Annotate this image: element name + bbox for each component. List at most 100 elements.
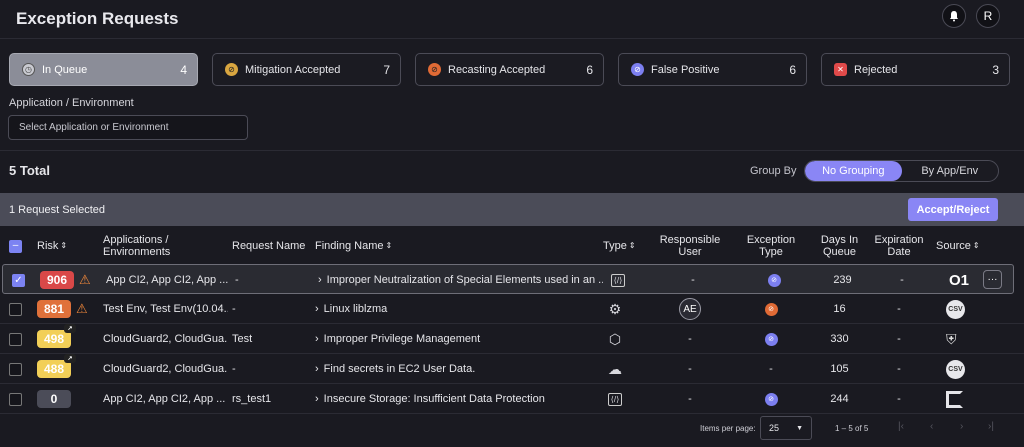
last-page-icon[interactable]: ›| [988, 421, 994, 432]
status-card-rejected[interactable]: ✕ Rejected 3 [821, 53, 1010, 86]
gear-icon: ⚙ [608, 300, 622, 317]
risk-score: 0 [50, 392, 58, 406]
csv-icon: CSV [946, 359, 965, 379]
user-cell: - [688, 363, 692, 375]
risk-score-badge: 881 [37, 300, 71, 318]
status-filter-cards: ◷ In Queue 4 ⊘ Mitigation Accepted 7 ⊘ R… [9, 53, 1010, 86]
risk-score: 906 [46, 273, 68, 287]
expiration-cell: - [897, 333, 901, 345]
app-env-select[interactable] [8, 115, 248, 140]
prev-page-icon[interactable]: ‹ [930, 421, 933, 432]
finding-cell[interactable]: › Insecure Storage: Insufficient Data Pro… [315, 384, 600, 414]
sort-icon: ⇕ [628, 241, 636, 250]
status-card-label: False Positive [651, 63, 720, 76]
risk-score-badge: 488 ↗ [37, 354, 76, 378]
select-all-cell: – [9, 230, 22, 262]
request-name-cell: rs_test1 [232, 393, 272, 405]
table-row[interactable]: 488 ↗ CloudGuard2, CloudGua... - › Find secre… [0, 354, 1024, 384]
package-icon: ⬡ [608, 330, 622, 347]
risk-score-badge: 906 [40, 271, 74, 289]
group-by-label: Group By [750, 165, 797, 177]
row-checkbox[interactable] [9, 302, 22, 316]
risk-score: 498 [43, 332, 65, 346]
expand-chevron-icon[interactable]: › [315, 333, 319, 345]
cloud-icon: ☁ [608, 360, 622, 377]
col-source[interactable]: Source ⇕ [936, 230, 980, 262]
expiration-cell: - [900, 274, 904, 286]
expand-chevron-icon[interactable]: › [318, 274, 322, 286]
notification-bell-button[interactable] [942, 4, 966, 28]
top-bar: Exception Requests R [0, 0, 1024, 38]
table-row[interactable]: 498 ↗ CloudGuard2, CloudGua... Test › Imprope… [0, 324, 1024, 354]
code-icon: ⟨/⟩ [607, 392, 623, 406]
days-cell: 244 [830, 393, 849, 405]
col-days: Days In Queue [820, 234, 859, 258]
status-card-false-positive[interactable]: ⊘ False Positive 6 [618, 53, 807, 86]
apps-cell: Test Env, Test Env(10.04... [103, 303, 228, 315]
risk-score: 488 [43, 362, 65, 376]
bell-icon [950, 11, 958, 22]
expiration-cell: - [897, 303, 901, 315]
status-card-count: 3 [992, 62, 999, 77]
first-page-icon[interactable]: |‹ [898, 421, 904, 432]
finding-cell[interactable]: › Find secrets in EC2 User Data. [315, 354, 600, 384]
risk-score: 881 [43, 302, 65, 316]
status-card-label: In Queue [42, 63, 88, 76]
risk-score-badge: 498 ↗ [37, 324, 76, 348]
status-card-label: Recasting Accepted [448, 63, 546, 76]
select-all-checkbox[interactable]: – [9, 239, 22, 253]
items-per-page-value: 25 [769, 423, 780, 433]
table-row[interactable]: ✓ 906 ⚠ App CI2, App CI2, App ... - › Improper… [2, 264, 1014, 294]
apps-cell: App CI2, App CI2, App ... [103, 393, 226, 405]
expiration-cell: - [897, 393, 901, 405]
finding-cell[interactable]: › Improper Privilege Management [315, 324, 600, 354]
clock-icon: ◷ [22, 63, 35, 76]
row-checkbox[interactable] [9, 362, 22, 376]
request-name-cell: Test [232, 333, 253, 345]
items-per-page-select[interactable]: 25 ▼ [760, 416, 812, 440]
exception-type-icon: ⊘ [764, 332, 778, 346]
group-by-none-option[interactable]: No Grouping [805, 161, 902, 181]
user-avatar-button[interactable]: R [976, 4, 1000, 28]
col-source-label: Source [936, 240, 971, 252]
expand-chevron-icon[interactable]: › [315, 363, 319, 375]
avatar[interactable]: AE [679, 298, 701, 320]
user-cell: - [688, 333, 692, 345]
source-o1-logo: O1 [949, 271, 970, 289]
next-page-icon[interactable]: › [960, 421, 963, 432]
finding-cell[interactable]: › Linux liblzma [315, 294, 600, 324]
table-row[interactable]: 0 App CI2, App CI2, App ... rs_test1 › Insec… [0, 384, 1024, 414]
request-name-cell: - [232, 363, 236, 375]
exception-type-cell: - [769, 363, 773, 375]
expand-chevron-icon[interactable]: › [315, 393, 319, 405]
accept-reject-button[interactable]: Accept/Reject [908, 198, 998, 221]
page-title: Exception Requests [16, 9, 179, 28]
divider [0, 38, 1024, 39]
row-more-button[interactable]: ··· [983, 270, 1002, 289]
row-checkbox[interactable] [9, 332, 22, 346]
trend-icon: ↗ [64, 324, 76, 333]
col-finding[interactable]: Finding Name ⇕ [315, 230, 392, 262]
table-row[interactable]: 881 ⚠ Test Env, Test Env(10.04... - › Linux l… [0, 294, 1024, 324]
row-checkbox[interactable] [9, 392, 22, 406]
request-name-cell: - [235, 274, 239, 286]
status-card-recasting-accepted[interactable]: ⊘ Recasting Accepted 6 [415, 53, 604, 86]
filter-label: Application / Environment [9, 97, 134, 109]
false-positive-icon: ⊘ [631, 63, 644, 76]
status-card-mitigation-accepted[interactable]: ⊘ Mitigation Accepted 7 [212, 53, 401, 86]
sort-icon: ⇕ [385, 241, 393, 250]
sort-icon: ⇕ [60, 241, 68, 250]
col-risk[interactable]: Risk ⇕ [37, 230, 67, 262]
col-type[interactable]: Type ⇕ [603, 230, 636, 262]
status-card-in-queue[interactable]: ◷ In Queue 4 [9, 53, 198, 86]
mitigation-icon: ⊘ [225, 63, 238, 76]
request-name-cell: - [232, 303, 236, 315]
col-type-label: Type [603, 240, 627, 252]
items-per-page-label: Items per page: [700, 424, 756, 433]
chevron-down-icon: ▼ [796, 424, 803, 432]
apps-cell: App CI2, App CI2, App ... [106, 274, 229, 286]
group-by-app-env-option[interactable]: By App/Env [902, 161, 999, 181]
expand-chevron-icon[interactable]: › [315, 303, 319, 315]
row-checkbox[interactable]: ✓ [12, 273, 25, 287]
finding-cell[interactable]: › Improper Neutralization of Special Elem… [318, 265, 603, 295]
